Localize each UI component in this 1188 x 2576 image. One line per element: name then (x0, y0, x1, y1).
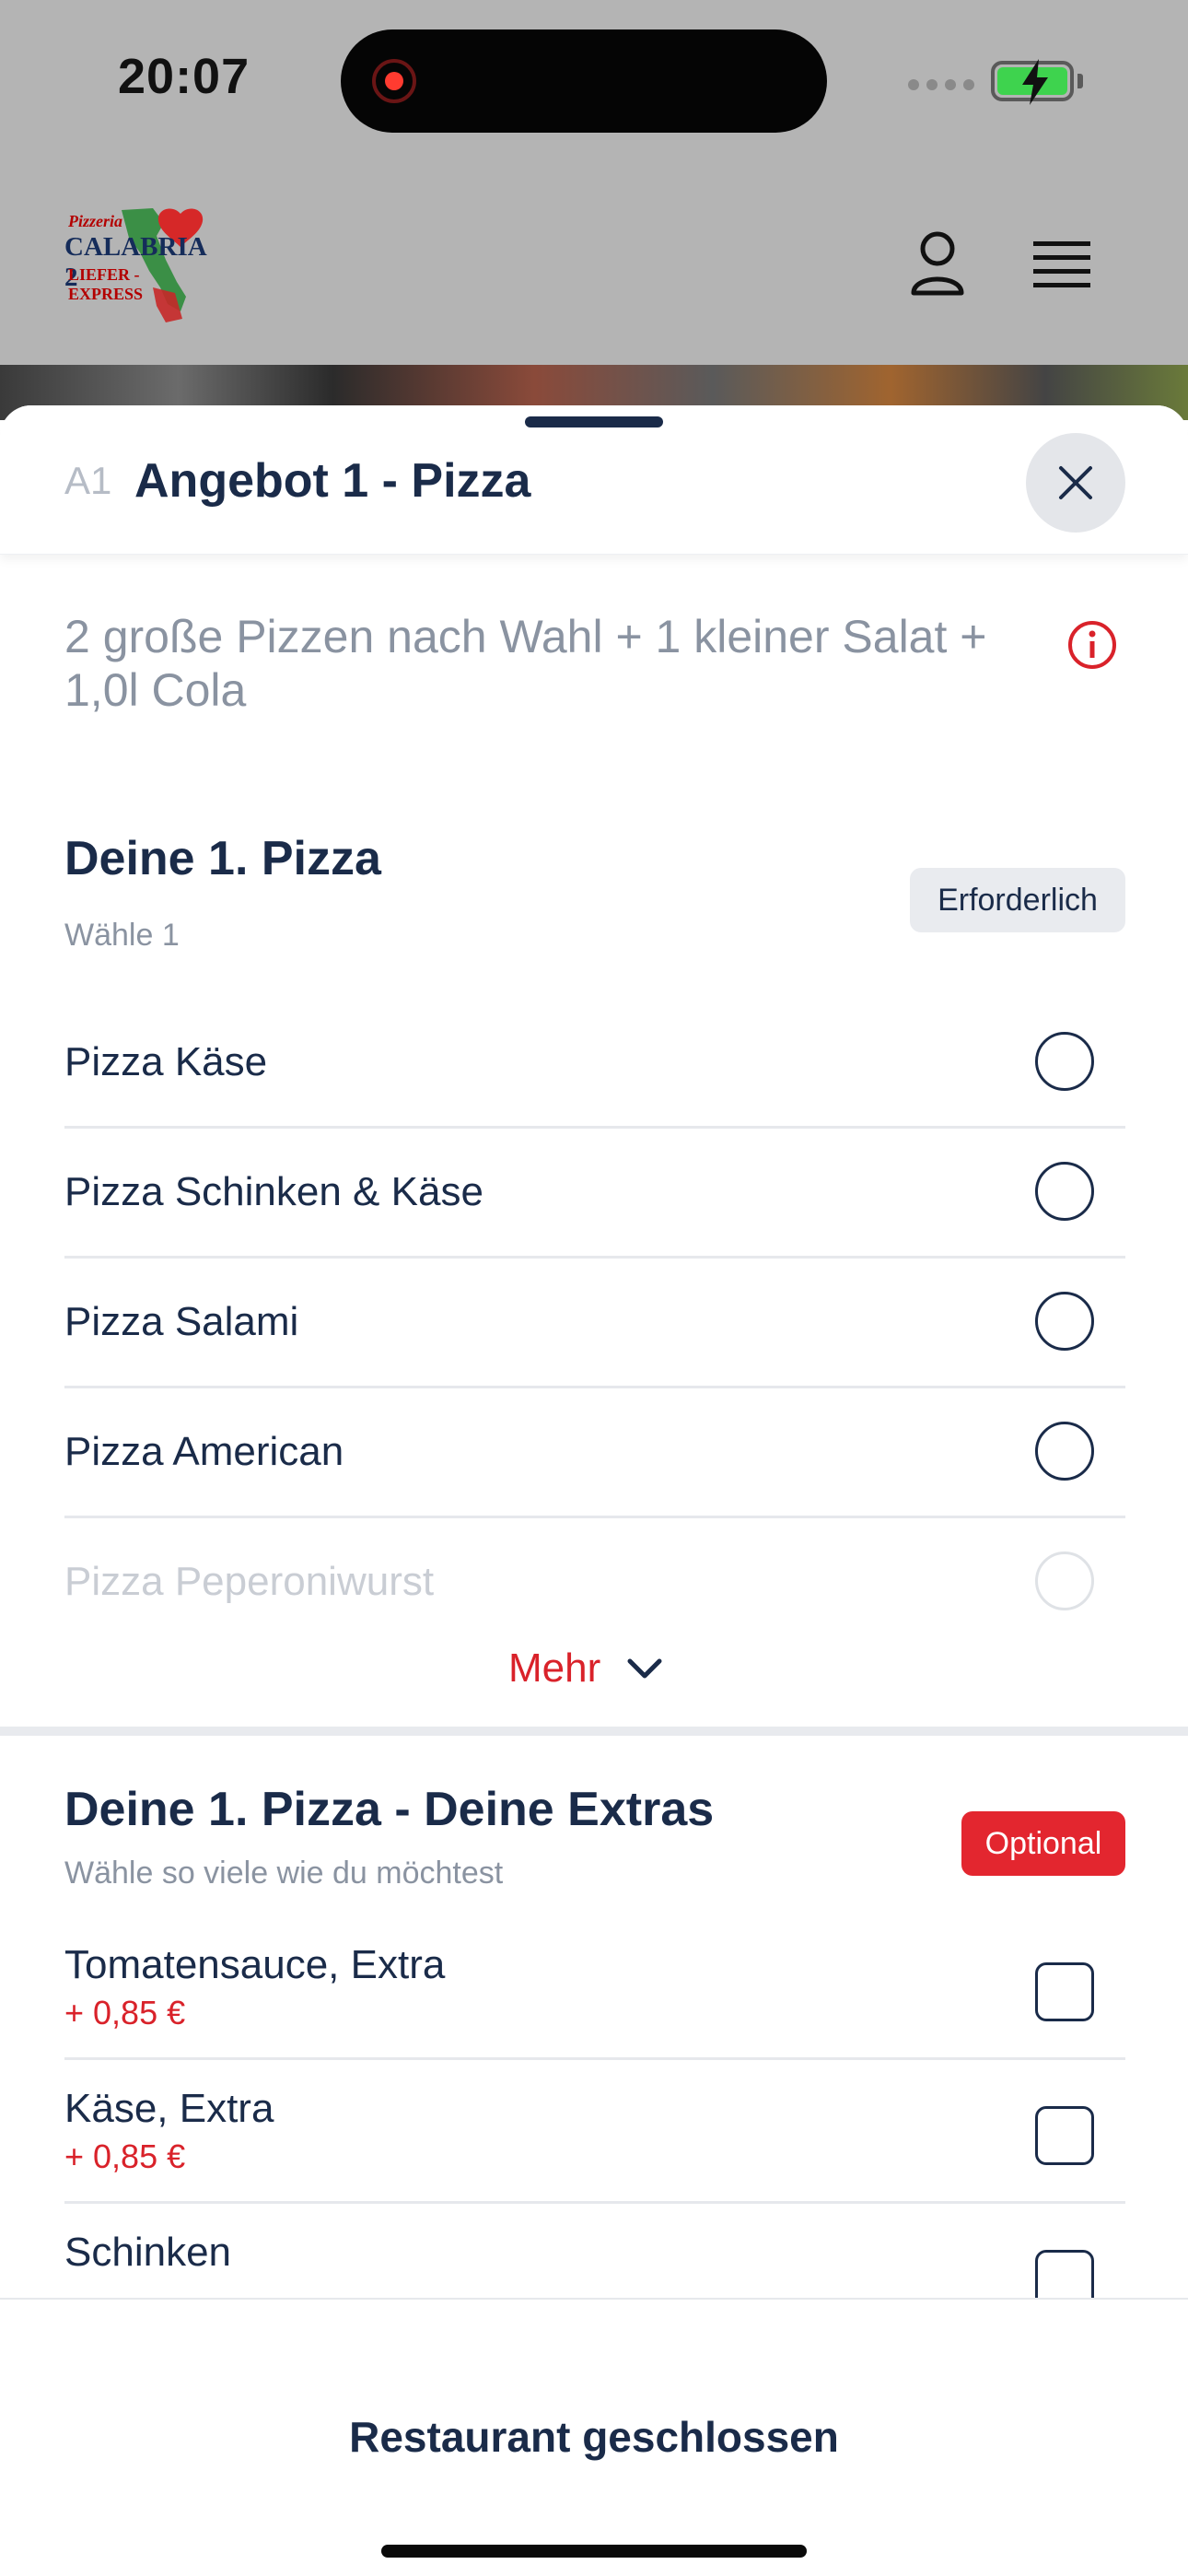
show-more-label: Mehr (508, 1645, 601, 1691)
required-badge: Erforderlich (910, 868, 1125, 932)
extra-label: Schinken (64, 2230, 232, 2275)
group-subtitle: Wähle 1 (64, 918, 180, 953)
radio-button[interactable] (1035, 1162, 1094, 1221)
dynamic-island (341, 29, 827, 133)
checkbox[interactable] (1035, 1962, 1094, 2021)
background-page: 20:07 Pizzeria CALABRIA 2 LIEFER - EXPRE… (0, 0, 1188, 405)
extra-price: + 0,85 € (64, 1994, 186, 2032)
restaurant-closed-label: Restaurant geschlossen (349, 2413, 839, 2461)
signal-icon (908, 79, 974, 90)
logo-text-pizzeria: Pizzeria (68, 212, 123, 230)
list-item[interactable]: Pizza American (64, 1388, 1125, 1518)
user-account-icon[interactable] (908, 230, 967, 297)
product-sheet: A1 Angebot 1 - Pizza 2 große Pizzen nach… (0, 405, 1188, 2576)
option-label: Pizza American (64, 1429, 344, 1474)
status-time: 20:07 (118, 49, 250, 104)
extra-price: + 0,85 € (64, 2137, 186, 2175)
list-item[interactable]: Pizza Schinken & Käse (64, 1129, 1125, 1259)
list-item[interactable]: Käse, Extra + 0,85 € (64, 2060, 1125, 2204)
charging-bolt-icon (1022, 59, 1048, 105)
show-more-button[interactable]: Mehr (508, 1645, 663, 1692)
radio-button[interactable] (1035, 1292, 1094, 1351)
logo-text-tagline: LIEFER - EXPRESS (68, 265, 144, 303)
radio-button[interactable] (1035, 1422, 1094, 1481)
restaurant-logo[interactable]: Pizzeria CALABRIA 2 LIEFER - EXPRESS (64, 205, 212, 326)
close-icon (1059, 466, 1092, 499)
extra-label: Käse, Extra (64, 2086, 274, 2131)
list-item[interactable]: Tomatensauce, Extra + 0,85 € (64, 1916, 1125, 2060)
list-item[interactable]: Pizza Käse (64, 999, 1125, 1129)
home-indicator[interactable] (381, 2545, 807, 2558)
extra-label: Tomatensauce, Extra (64, 1942, 446, 1987)
recording-indicator-icon (372, 59, 416, 103)
chevron-down-icon (627, 1658, 662, 1679)
group-title: Deine 1. Pizza (64, 832, 381, 885)
footer-bar: Restaurant geschlossen (0, 2298, 1188, 2576)
group-title: Deine 1. Pizza - Deine Extras (64, 1783, 715, 1836)
sheet-grabber[interactable] (525, 416, 663, 427)
radio-button[interactable] (1035, 1551, 1094, 1610)
sheet-header: A1 Angebot 1 - Pizza (0, 405, 1188, 555)
section-divider (0, 1727, 1188, 1736)
option-label: Pizza Schinken & Käse (64, 1169, 483, 1214)
radio-button[interactable] (1035, 1032, 1094, 1091)
info-icon[interactable] (1066, 619, 1118, 671)
checkbox[interactable] (1035, 2106, 1094, 2165)
item-code: A1 (64, 459, 112, 502)
group-subtitle: Wähle so viele wie du möchtest (64, 1856, 504, 1891)
option-label: Pizza Peperoniwurst (64, 1559, 435, 1604)
item-title: Angebot 1 - Pizza (134, 454, 531, 508)
close-button[interactable] (1026, 433, 1125, 533)
list-item[interactable]: Pizza Peperoniwurst (64, 1518, 1125, 1648)
hamburger-menu-icon[interactable] (1031, 240, 1092, 289)
option-label: Pizza Salami (64, 1299, 299, 1344)
option-label: Pizza Käse (64, 1039, 268, 1084)
item-description: 2 große Pizzen nach Wahl + 1 kleiner Sal… (64, 611, 987, 716)
list-item[interactable]: Pizza Salami (64, 1259, 1125, 1388)
optional-badge: Optional (961, 1811, 1125, 1876)
